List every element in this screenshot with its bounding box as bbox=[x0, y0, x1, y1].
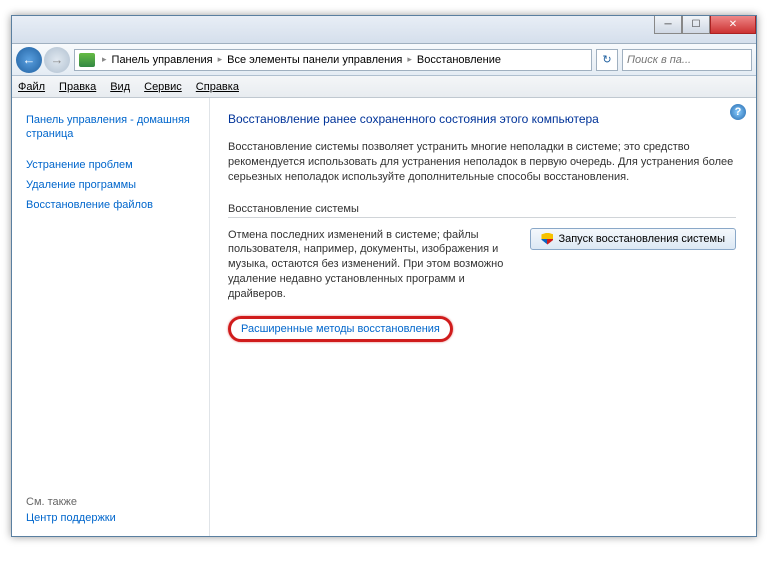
see-also-label: См. также bbox=[26, 486, 199, 508]
menu-file[interactable]: Файл bbox=[18, 81, 45, 93]
sidebar-home-link[interactable]: Панель управления - домашняя страница bbox=[26, 110, 199, 145]
close-button[interactable]: ✕ bbox=[710, 16, 756, 34]
sidebar-link-uninstall[interactable]: Удаление программы bbox=[26, 175, 199, 195]
refresh-button[interactable]: ↻ bbox=[596, 49, 618, 71]
sidebar: Панель управления - домашняя страница Ус… bbox=[12, 98, 210, 536]
address-bar[interactable]: ▸ Панель управления ▸ Все элементы панел… bbox=[74, 49, 592, 71]
menu-edit[interactable]: Правка bbox=[59, 81, 96, 93]
menubar: Файл Правка Вид Сервис Справка bbox=[12, 76, 756, 98]
control-panel-icon bbox=[79, 53, 95, 67]
page-title: Восстановление ранее сохраненного состоя… bbox=[228, 112, 736, 126]
menu-help[interactable]: Справка bbox=[196, 81, 239, 93]
restore-description: Отмена последних изменений в системе; фа… bbox=[228, 228, 512, 302]
button-label: Запуск восстановления системы bbox=[558, 233, 725, 245]
chevron-right-icon: ▸ bbox=[99, 54, 110, 65]
maximize-button[interactable]: ☐ bbox=[682, 16, 710, 34]
intro-text: Восстановление системы позволяет устрани… bbox=[228, 140, 736, 185]
search-input[interactable] bbox=[622, 49, 752, 71]
help-icon[interactable]: ? bbox=[730, 104, 746, 120]
breadcrumb[interactable]: Восстановление bbox=[415, 54, 503, 66]
section-heading: Восстановление системы bbox=[228, 203, 736, 218]
chevron-right-icon: ▸ bbox=[404, 54, 415, 65]
minimize-button[interactable]: ─ bbox=[654, 16, 682, 34]
annotation-highlight: Расширенные методы восстановления bbox=[228, 316, 453, 342]
forward-button[interactable]: → bbox=[44, 47, 70, 73]
chevron-right-icon: ▸ bbox=[215, 54, 226, 65]
start-system-restore-button[interactable]: Запуск восстановления системы bbox=[530, 228, 736, 250]
window-frame: ─ ☐ ✕ ← → ▸ Панель управления ▸ Все элем… bbox=[11, 15, 757, 537]
back-button[interactable]: ← bbox=[16, 47, 42, 73]
sidebar-link-recover-files[interactable]: Восстановление файлов bbox=[26, 195, 199, 215]
sidebar-link-troubleshoot[interactable]: Устранение проблем bbox=[26, 155, 199, 175]
menu-tools[interactable]: Сервис bbox=[144, 81, 182, 93]
titlebar: ─ ☐ ✕ bbox=[12, 16, 756, 44]
breadcrumb[interactable]: Панель управления bbox=[110, 54, 215, 66]
advanced-recovery-link[interactable]: Расширенные методы восстановления bbox=[241, 323, 440, 335]
breadcrumb[interactable]: Все элементы панели управления bbox=[225, 54, 404, 66]
navbar: ← → ▸ Панель управления ▸ Все элементы п… bbox=[12, 44, 756, 76]
menu-view[interactable]: Вид bbox=[110, 81, 130, 93]
sidebar-support-link[interactable]: Центр поддержки bbox=[26, 508, 199, 528]
main-content: ? Восстановление ранее сохраненного сост… bbox=[210, 98, 756, 536]
shield-icon bbox=[541, 233, 553, 245]
